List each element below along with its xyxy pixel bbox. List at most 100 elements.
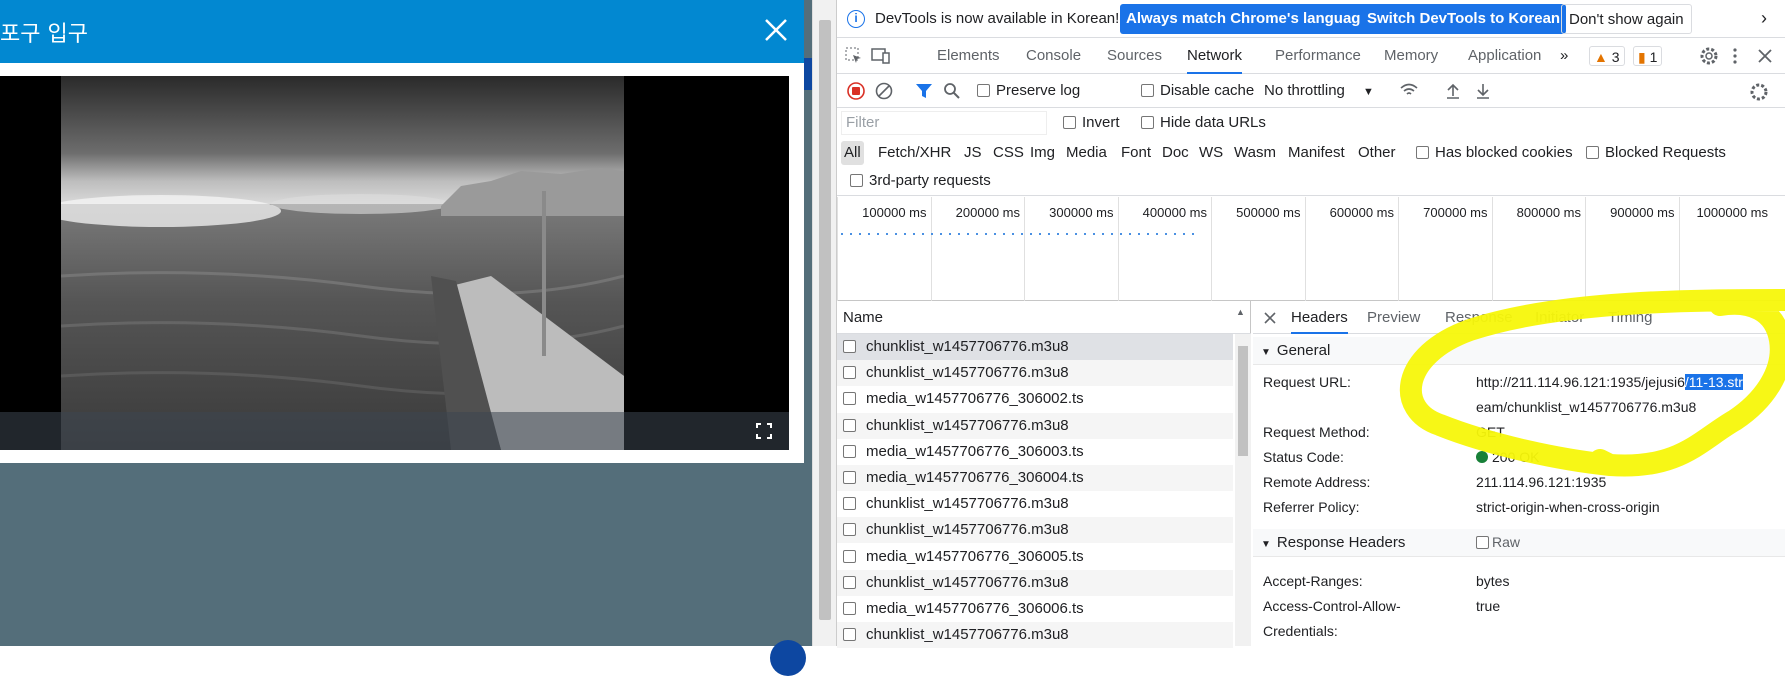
- checkbox-box[interactable]: [977, 84, 990, 97]
- type-manifest[interactable]: Manifest: [1285, 141, 1348, 165]
- switch-to-korean-button[interactable]: Switch DevTools to Korean: [1361, 4, 1567, 34]
- close-details-icon[interactable]: [1263, 311, 1277, 325]
- close-devtools-icon[interactable]: [1757, 48, 1773, 64]
- request-row[interactable]: media_w1457706776_306006.ts: [837, 596, 1233, 622]
- row-checkbox[interactable]: [843, 340, 856, 353]
- type-wasm[interactable]: Wasm: [1231, 141, 1279, 165]
- tab-performance[interactable]: Performance: [1275, 38, 1361, 74]
- row-checkbox[interactable]: [843, 444, 856, 458]
- tab-preview[interactable]: Preview: [1367, 301, 1420, 334]
- tab-network[interactable]: Network: [1187, 38, 1243, 74]
- request-row[interactable]: chunklist_w1457706776.m3u8: [837, 334, 1233, 360]
- third-party-checkbox[interactable]: 3rd-party requests: [847, 169, 994, 193]
- inspect-element-icon[interactable]: [845, 47, 863, 65]
- blocked-requests-checkbox[interactable]: Blocked Requests: [1583, 141, 1729, 165]
- row-checkbox[interactable]: [843, 471, 856, 484]
- row-checkbox[interactable]: [843, 418, 856, 432]
- hide-data-urls-checkbox[interactable]: Hide data URLs: [1141, 106, 1266, 140]
- name-column-header[interactable]: Name: [843, 309, 883, 326]
- raw-checkbox[interactable]: Raw: [1476, 534, 1520, 550]
- tab-sources[interactable]: Sources: [1107, 38, 1162, 74]
- warnings-badge[interactable]: ▲ 3: [1589, 46, 1625, 66]
- throttling-select[interactable]: No throttling ▼: [1264, 74, 1374, 108]
- scrollbar-thumb[interactable]: [1238, 346, 1248, 456]
- request-row[interactable]: chunklist_w1457706776.m3u8: [837, 491, 1233, 518]
- device-toolbar-icon[interactable]: [871, 47, 891, 65]
- row-checkbox[interactable]: [843, 366, 856, 380]
- type-other[interactable]: Other: [1355, 141, 1399, 165]
- settings-gear-icon[interactable]: [1699, 46, 1719, 66]
- preserve-log-checkbox[interactable]: Preserve log: [977, 74, 1080, 108]
- request-row[interactable]: chunklist_w1457706776.m3u8: [837, 622, 1233, 649]
- checkbox-box[interactable]: [1063, 116, 1076, 129]
- request-list-scrollbar[interactable]: [1235, 334, 1251, 646]
- sort-ascending-icon[interactable]: ▲: [1236, 307, 1245, 317]
- row-checkbox[interactable]: [843, 575, 856, 589]
- row-checkbox[interactable]: [843, 497, 856, 511]
- disable-cache-checkbox[interactable]: Disable cache: [1141, 74, 1254, 108]
- kebab-menu-icon[interactable]: [1732, 46, 1738, 66]
- tab-initiator[interactable]: Initiator: [1535, 301, 1584, 334]
- tab-headers[interactable]: Headers: [1291, 301, 1348, 334]
- tab-memory[interactable]: Memory: [1384, 38, 1438, 74]
- more-tabs-icon[interactable]: »: [1560, 38, 1568, 74]
- fullscreen-icon[interactable]: [756, 423, 772, 439]
- row-checkbox[interactable]: [843, 602, 856, 615]
- filter-input[interactable]: Filter: [841, 111, 1047, 135]
- type-js[interactable]: JS: [961, 141, 985, 165]
- request-row[interactable]: media_w1457706776_306003.ts: [837, 438, 1233, 465]
- record-stop-icon[interactable]: [847, 82, 865, 100]
- dont-show-again-button[interactable]: Don't show again: [1561, 4, 1692, 34]
- tab-application[interactable]: Application: [1468, 38, 1541, 74]
- invert-checkbox[interactable]: Invert: [1063, 106, 1120, 140]
- search-icon[interactable]: [943, 82, 961, 100]
- video-player[interactable]: [0, 76, 789, 450]
- scrollbar-thumb[interactable]: [819, 20, 831, 620]
- tab-console[interactable]: Console: [1026, 38, 1081, 74]
- type-doc[interactable]: Doc: [1159, 141, 1192, 165]
- filter-icon[interactable]: [915, 82, 933, 100]
- tab-timing[interactable]: Timing: [1608, 301, 1652, 334]
- clear-icon[interactable]: [875, 82, 893, 100]
- request-row[interactable]: chunklist_w1457706776.m3u8: [837, 569, 1233, 596]
- row-checkbox[interactable]: [843, 628, 856, 642]
- type-media[interactable]: Media: [1063, 141, 1110, 165]
- floating-action-button[interactable]: [770, 640, 806, 676]
- tab-response[interactable]: Response: [1445, 301, 1513, 334]
- general-section-header[interactable]: ▼ General: [1253, 337, 1785, 365]
- network-conditions-icon[interactable]: [1399, 83, 1419, 99]
- has-blocked-cookies-checkbox[interactable]: Has blocked cookies: [1413, 141, 1576, 165]
- checkbox-box[interactable]: [1586, 146, 1599, 159]
- close-icon[interactable]: [760, 14, 792, 46]
- type-fetch-xhr[interactable]: Fetch/XHR: [875, 141, 954, 165]
- page-scrollbar[interactable]: [812, 0, 836, 646]
- request-row[interactable]: media_w1457706776_306005.ts: [837, 543, 1233, 570]
- import-har-icon[interactable]: [1445, 82, 1461, 100]
- checkbox-box[interactable]: [1141, 84, 1154, 97]
- network-settings-icon[interactable]: [1749, 82, 1769, 102]
- request-row[interactable]: chunklist_w1457706776.m3u8: [837, 412, 1233, 439]
- type-ws[interactable]: WS: [1196, 141, 1226, 165]
- type-font[interactable]: Font: [1118, 141, 1154, 165]
- checkbox-box[interactable]: [1476, 536, 1489, 549]
- type-all[interactable]: All: [841, 141, 864, 165]
- tab-elements[interactable]: Elements: [937, 38, 1000, 74]
- request-row[interactable]: chunklist_w1457706776.m3u8: [837, 360, 1233, 387]
- row-checkbox[interactable]: [843, 392, 856, 406]
- row-checkbox[interactable]: [843, 549, 856, 563]
- checkbox-box[interactable]: [1416, 146, 1429, 159]
- type-css[interactable]: CSS: [990, 141, 1027, 165]
- checkbox-box[interactable]: [850, 174, 863, 187]
- issues-badge[interactable]: ▮ 1: [1633, 46, 1663, 66]
- request-row[interactable]: media_w1457706776_306004.ts: [837, 465, 1233, 491]
- always-match-language-button[interactable]: Always match Chrome's language: [1120, 4, 1375, 34]
- export-har-icon[interactable]: [1475, 82, 1491, 100]
- request-url-value[interactable]: http://211.114.96.121:1935/jejusi6/11-13…: [1476, 374, 1743, 390]
- network-overview-timeline[interactable]: 100000 ms 200000 ms 300000 ms 400000 ms 5000…: [837, 197, 1785, 301]
- request-row[interactable]: media_w1457706776_306002.ts: [837, 386, 1233, 413]
- type-img[interactable]: Img: [1027, 141, 1058, 165]
- request-row[interactable]: chunklist_w1457706776.m3u8: [837, 517, 1233, 544]
- infobar-close-icon[interactable]: ›: [1761, 8, 1767, 29]
- checkbox-box[interactable]: [1141, 116, 1154, 129]
- row-checkbox[interactable]: [843, 523, 856, 537]
